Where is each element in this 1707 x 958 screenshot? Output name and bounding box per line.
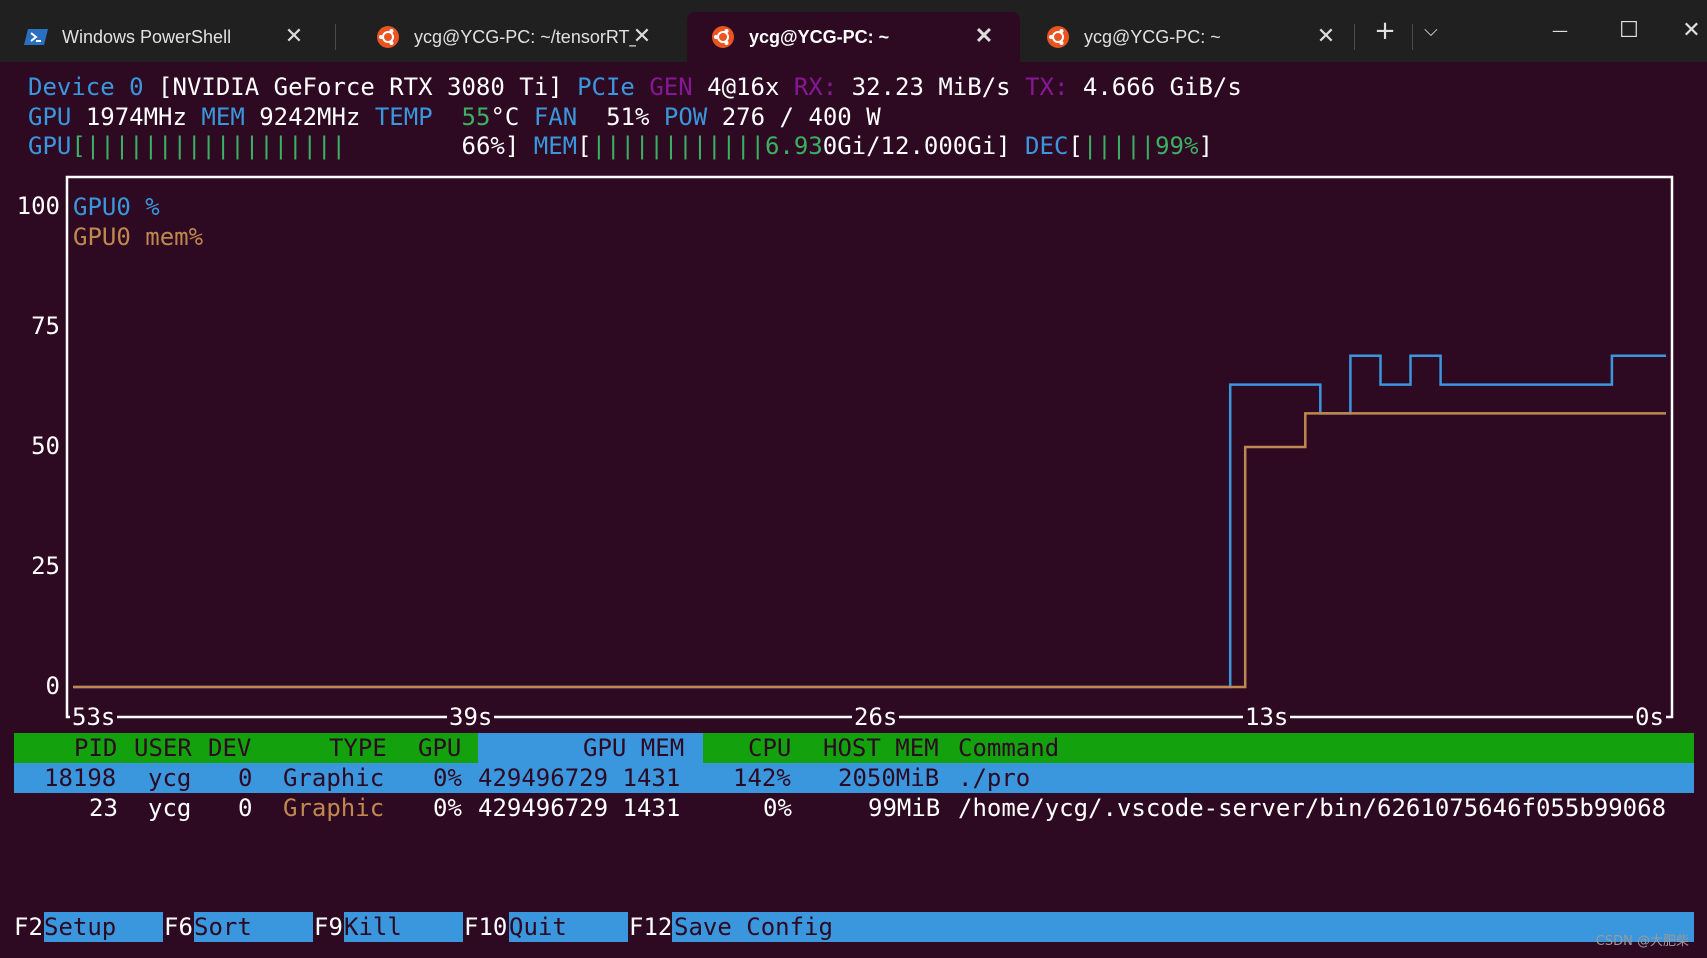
row-cpu: 0% bbox=[763, 794, 792, 822]
legend-gpu-mem: GPU0 mem% bbox=[73, 223, 204, 251]
gpu-mem-series-line bbox=[73, 412, 1666, 689]
row-gpu: 0% bbox=[433, 764, 462, 792]
row-dev: 0 bbox=[238, 794, 253, 822]
y-tick-label: 25 bbox=[31, 552, 60, 580]
row-pid: 23 bbox=[89, 794, 118, 822]
x-tick-label: 53s bbox=[70, 703, 118, 731]
row-pid: 18198 bbox=[44, 764, 117, 792]
row-user: ycg bbox=[148, 764, 192, 792]
col-header-user[interactable]: USER bbox=[134, 733, 192, 763]
chart-frame bbox=[65, 175, 1674, 719]
col-header-type[interactable]: TYPE bbox=[329, 733, 387, 763]
row-dev: 0 bbox=[238, 764, 253, 792]
y-tick-label: 100 bbox=[16, 192, 60, 220]
row-command: ./pro bbox=[958, 764, 1031, 792]
save-config-button[interactable]: Save Config bbox=[674, 912, 833, 942]
col-header-gpu[interactable]: GPU bbox=[418, 733, 461, 763]
y-tick-label: 0 bbox=[45, 672, 60, 700]
row-command: /home/ycg/.vscode-server/bin/6261075646f… bbox=[958, 794, 1667, 822]
quit-label: Quit bbox=[509, 913, 567, 941]
x-tick-label: 39s bbox=[447, 703, 495, 731]
x-tick-label: 26s bbox=[852, 703, 900, 731]
row-gpu-mem: 429496729 1431 bbox=[478, 794, 681, 822]
row-host-mem: 2050MiB bbox=[838, 764, 940, 792]
y-tick-label: 50 bbox=[31, 432, 60, 460]
col-header-dev[interactable]: DEV bbox=[208, 733, 251, 763]
f10-key: F10 bbox=[464, 913, 508, 941]
row-gpu: 0% bbox=[433, 794, 462, 822]
usage-chart bbox=[65, 175, 1674, 719]
f2-key: F2 bbox=[14, 913, 43, 941]
sort-label: Sort bbox=[194, 913, 252, 941]
legend-gpu-util: GPU0 % bbox=[73, 193, 160, 221]
row-type: Graphic bbox=[283, 794, 385, 822]
kill-label: Kill bbox=[344, 913, 402, 941]
x-tick-label: 13s bbox=[1243, 703, 1291, 731]
col-header-command[interactable]: Command bbox=[958, 733, 1059, 763]
y-tick-label: 75 bbox=[31, 312, 60, 340]
row-type: Graphic bbox=[283, 764, 385, 792]
f9-key: F9 bbox=[314, 913, 343, 941]
row-cpu: 142% bbox=[733, 764, 791, 792]
watermark: CSDN @大肥柴 bbox=[1595, 934, 1689, 949]
setup-label: Setup bbox=[44, 913, 117, 941]
x-tick-label: 0s bbox=[1633, 703, 1666, 731]
col-header-gpu-mem[interactable]: GPU MEM bbox=[583, 733, 684, 763]
f6-key: F6 bbox=[164, 913, 193, 941]
gpu-util-series-line bbox=[73, 354, 1666, 689]
f12-key: F12 bbox=[629, 913, 673, 941]
row-user: ycg bbox=[148, 794, 192, 822]
col-header-pid[interactable]: PID bbox=[74, 733, 117, 763]
row-gpu-mem: 429496729 1431 bbox=[478, 764, 681, 792]
row-host-mem: 99MiB bbox=[868, 794, 941, 822]
col-header-host-mem[interactable]: HOST MEM bbox=[823, 733, 939, 763]
col-header-cpu[interactable]: CPU bbox=[748, 733, 791, 763]
